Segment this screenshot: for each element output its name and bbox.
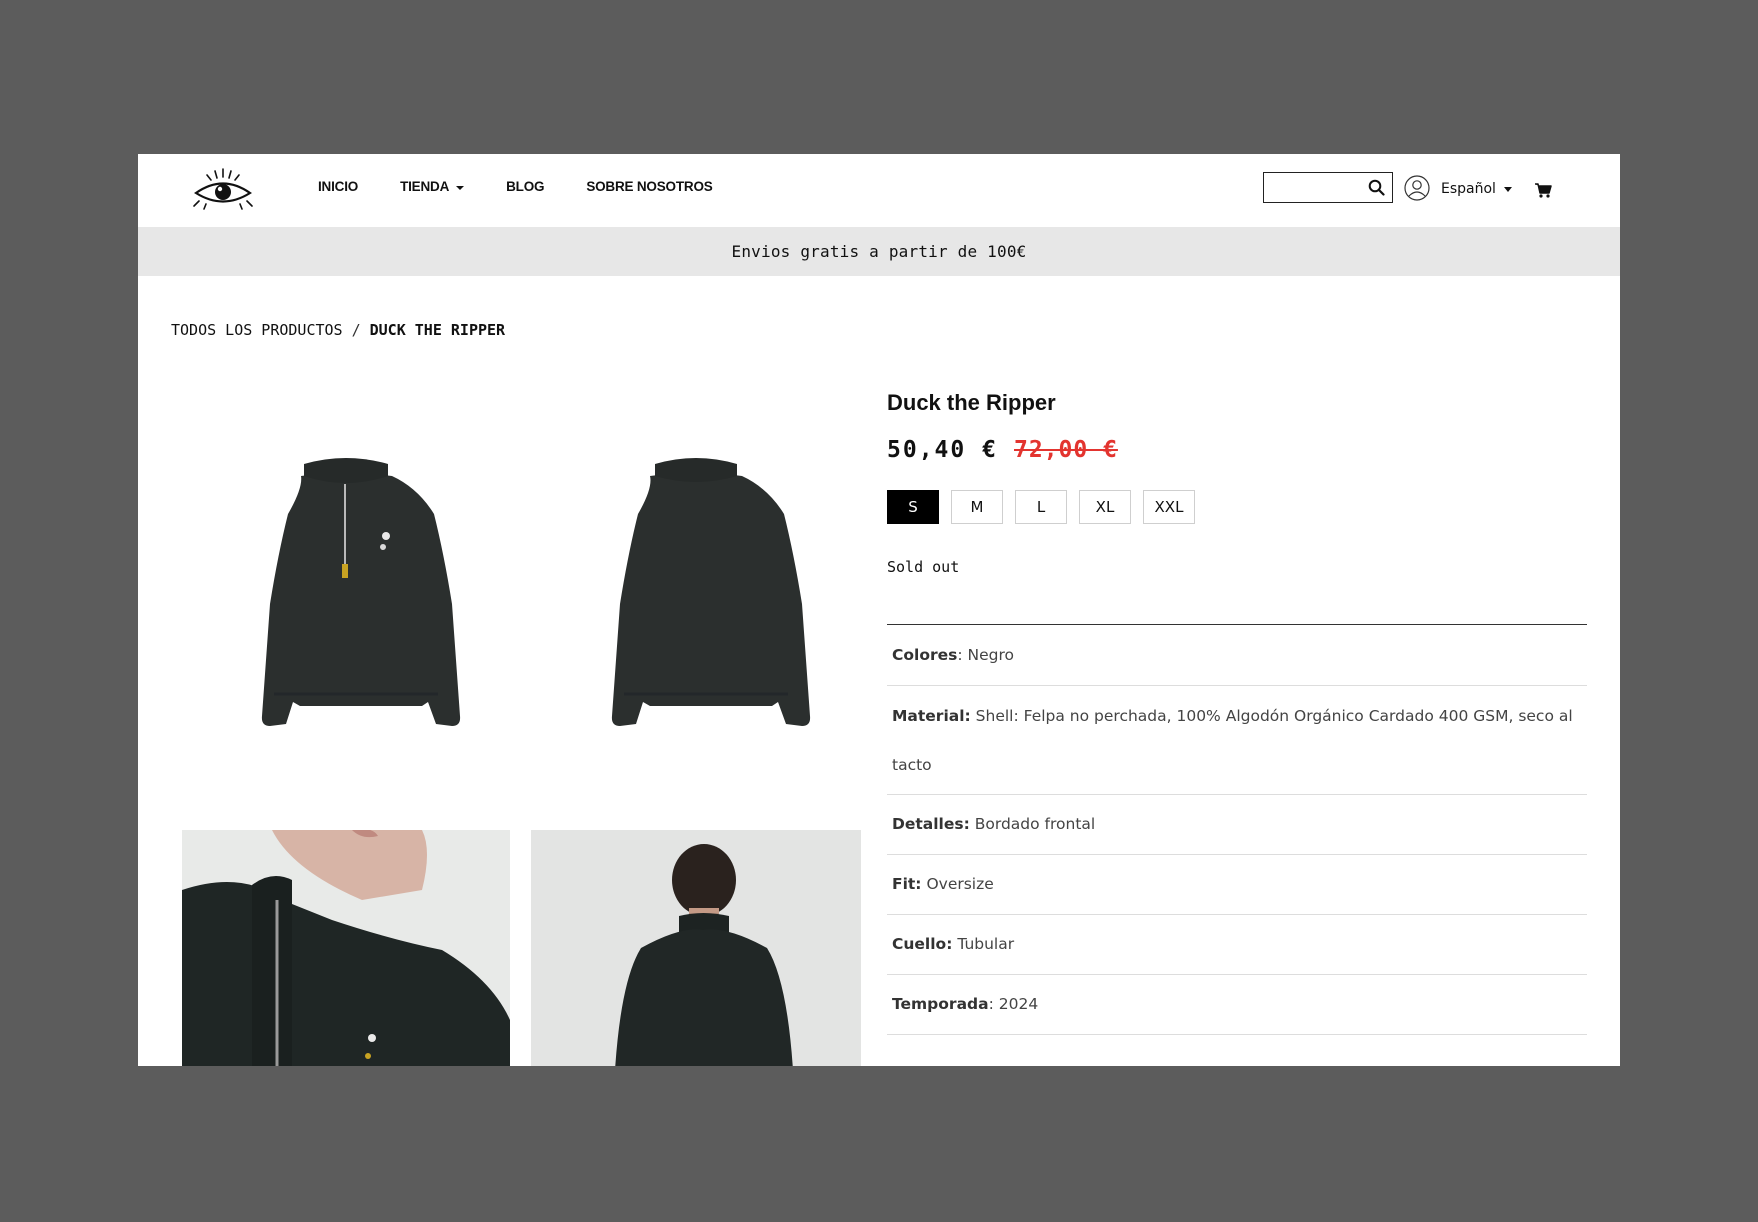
- spec-value: : Negro: [957, 646, 1015, 664]
- breadcrumb-current: DUCK THE RIPPER: [369, 321, 506, 339]
- size-option-s[interactable]: S: [887, 490, 939, 524]
- spec-row: Colores: Negro: [887, 626, 1587, 686]
- nav-inicio-label: INICIO: [318, 179, 359, 194]
- spec-value: Shell: Felpa no perchada, 100% Algodón O…: [892, 707, 1573, 774]
- spec-label: Material:: [892, 707, 971, 725]
- nav-blog-label: BLOG: [506, 179, 545, 194]
- spec-label: Cuello:: [892, 935, 953, 953]
- search-icon[interactable]: [1368, 179, 1385, 196]
- size-option-xl[interactable]: XL: [1079, 490, 1131, 524]
- product-price: 50,40 €: [887, 437, 998, 463]
- nav-inicio[interactable]: INICIO: [318, 179, 358, 194]
- size-option-l[interactable]: L: [1015, 490, 1067, 524]
- size-selector: S M L XL XXL: [887, 490, 1207, 524]
- divider: [887, 624, 1587, 625]
- product-image-model-back[interactable]: [531, 830, 861, 1066]
- spec-row: Cuello: Tubular: [887, 915, 1587, 975]
- spec-value: Oversize: [921, 875, 994, 893]
- spec-row: Temporada: 2024: [887, 975, 1587, 1035]
- cart-icon[interactable]: [1535, 183, 1552, 198]
- search-box: [1263, 172, 1393, 203]
- size-option-m[interactable]: M: [951, 490, 1003, 524]
- size-option-xxl[interactable]: XXL: [1143, 490, 1195, 524]
- product-spec-list: Colores: Negro Material: Shell: Felpa no…: [887, 626, 1587, 1035]
- nav-tienda-label: TIENDA: [400, 179, 450, 194]
- spec-label: Colores: [892, 646, 958, 664]
- language-label: Español: [1441, 181, 1496, 197]
- language-selector[interactable]: Español: [1441, 181, 1512, 197]
- spec-label: Temporada: [892, 995, 989, 1013]
- spec-row: Material: Shell: Felpa no perchada, 100%…: [887, 686, 1587, 795]
- spec-row: Detalles: Bordado frontal: [887, 795, 1587, 855]
- product-title: Duck the Ripper: [887, 390, 1056, 415]
- product-image-front[interactable]: [182, 454, 510, 784]
- user-account-icon[interactable]: [1404, 175, 1430, 201]
- spec-value: Tubular: [952, 935, 1015, 953]
- product-image-back[interactable]: [531, 454, 861, 784]
- search-input[interactable]: [1268, 173, 1368, 202]
- product-image-closeup[interactable]: [182, 830, 510, 1066]
- spec-label: Fit:: [892, 875, 922, 893]
- stock-status: Sold out: [887, 558, 960, 576]
- nav-blog[interactable]: BLOG: [506, 179, 544, 194]
- eye-logo-icon[interactable]: [190, 166, 256, 212]
- spec-value: Bordado frontal: [969, 815, 1096, 833]
- nav-sobre-nosotros-label: SOBRE NOSOTROS: [586, 179, 713, 194]
- banner-text: Envios gratis a partir de 100€: [731, 242, 1027, 261]
- caret-down-icon: [1503, 186, 1512, 192]
- breadcrumb-all-products[interactable]: TODOS LOS PRODUCTOS: [171, 321, 343, 339]
- spec-row: Fit: Oversize: [887, 855, 1587, 915]
- browser-page: INICIO TIENDA BLOG SOBRE NOSOTROS Españo…: [138, 154, 1620, 1066]
- spec-value: : 2024: [988, 995, 1039, 1013]
- product-old-price: 72,00 €: [1014, 437, 1118, 463]
- nav-sobre-nosotros[interactable]: SOBRE NOSOTROS: [586, 179, 712, 194]
- main-nav: INICIO TIENDA BLOG SOBRE NOSOTROS: [318, 179, 755, 194]
- breadcrumb: TODOS LOS PRODUCTOS / DUCK THE RIPPER: [171, 321, 505, 339]
- site-header: INICIO TIENDA BLOG SOBRE NOSOTROS Españo…: [138, 154, 1620, 227]
- spec-label: Detalles:: [892, 815, 970, 833]
- caret-down-icon: [456, 185, 465, 190]
- breadcrumb-separator: /: [351, 321, 361, 339]
- free-shipping-banner: Envios gratis a partir de 100€: [138, 227, 1620, 276]
- nav-tienda[interactable]: TIENDA: [400, 179, 465, 194]
